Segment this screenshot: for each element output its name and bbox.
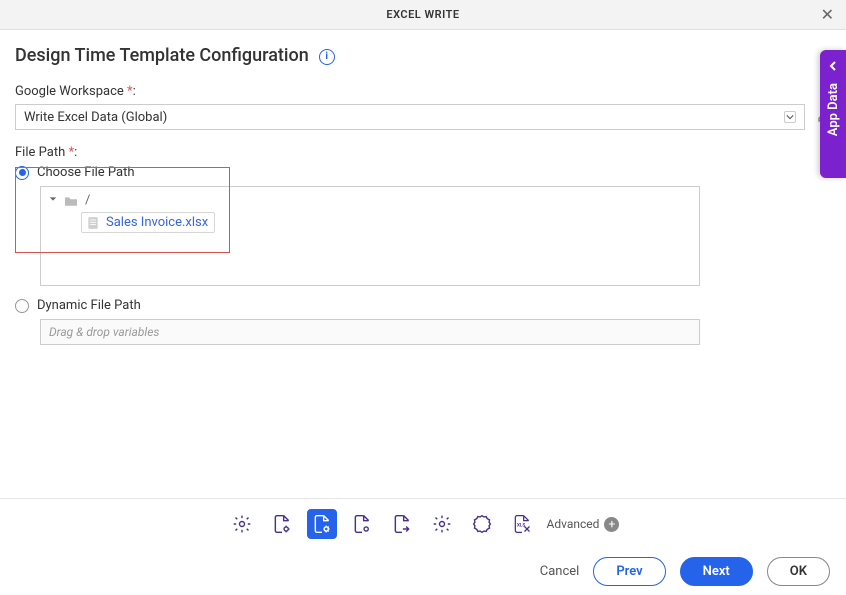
dialog-header: EXCEL WRITE ✕ bbox=[0, 0, 846, 30]
page-gear-icon[interactable] bbox=[267, 509, 297, 539]
footer: Cancel Prev Next OK bbox=[0, 547, 846, 595]
google-workspace-label: Google Workspace *: bbox=[15, 84, 831, 99]
prev-button[interactable]: Prev bbox=[593, 557, 665, 586]
cancel-button[interactable]: Cancel bbox=[540, 564, 580, 579]
gear-icon[interactable] bbox=[227, 509, 257, 539]
tree-root-label: / bbox=[85, 193, 90, 208]
content-area: Design Time Template Configuration i Goo… bbox=[0, 30, 846, 345]
tree-expand-icon[interactable] bbox=[49, 195, 57, 206]
choose-file-path-label: Choose File Path bbox=[37, 165, 135, 180]
dynamic-file-path-input[interactable]: Drag & drop variables bbox=[40, 319, 700, 345]
google-workspace-select[interactable]: Write Excel Data (Global) bbox=[15, 104, 805, 130]
page-title: Design Time Template Configuration bbox=[15, 45, 309, 66]
file-path-section: File Path *: Choose File Path / bbox=[15, 145, 831, 345]
folder-icon bbox=[63, 195, 79, 207]
step-toolbar: XLS Advanced + bbox=[0, 498, 846, 547]
ok-button[interactable]: OK bbox=[767, 557, 830, 586]
tree-file-name: Sales Invoice.xlsx bbox=[106, 215, 208, 230]
file-icon bbox=[86, 216, 100, 230]
tree-root[interactable]: / bbox=[49, 193, 691, 208]
google-workspace-value: Write Excel Data (Global) bbox=[24, 110, 167, 125]
close-icon[interactable]: ✕ bbox=[821, 7, 834, 23]
chevron-left-icon bbox=[828, 60, 838, 75]
choose-file-path-radio-row[interactable]: Choose File Path bbox=[15, 165, 831, 180]
file-tree[interactable]: / Sales Invoice.xlsx bbox=[40, 186, 700, 286]
info-icon[interactable]: i bbox=[319, 49, 335, 65]
tree-file-item[interactable]: Sales Invoice.xlsx bbox=[81, 212, 215, 233]
plus-circle-icon: + bbox=[604, 517, 619, 532]
badge-gear-icon[interactable] bbox=[467, 509, 497, 539]
radio-dynamic-file-path[interactable] bbox=[15, 299, 29, 313]
page-title-row: Design Time Template Configuration i bbox=[15, 45, 831, 84]
dynamic-placeholder: Drag & drop variables bbox=[49, 325, 159, 339]
dynamic-file-path-radio-row[interactable]: Dynamic File Path bbox=[15, 298, 831, 313]
dynamic-file-path-label: Dynamic File Path bbox=[37, 298, 141, 313]
advanced-label: Advanced bbox=[547, 517, 600, 531]
radio-choose-file-path[interactable] bbox=[15, 166, 29, 180]
page-arrow-icon[interactable] bbox=[387, 509, 417, 539]
dropdown-caret-icon bbox=[784, 111, 796, 123]
app-data-sidetab[interactable]: App Data bbox=[820, 50, 846, 178]
advanced-toggle[interactable]: Advanced + bbox=[547, 517, 620, 532]
app-data-label: App Data bbox=[826, 83, 841, 136]
dialog-title: EXCEL WRITE bbox=[386, 8, 459, 21]
next-button[interactable]: Next bbox=[680, 557, 753, 586]
page-write-icon[interactable] bbox=[307, 509, 337, 539]
xls-page-icon[interactable]: XLS bbox=[507, 509, 537, 539]
file-path-label: File Path *: bbox=[15, 145, 831, 160]
page-sheet-icon[interactable] bbox=[347, 509, 377, 539]
gear-outline-icon[interactable] bbox=[427, 509, 457, 539]
google-workspace-row: Write Excel Data (Global) bbox=[15, 104, 831, 130]
svg-text:XLS: XLS bbox=[517, 523, 525, 529]
